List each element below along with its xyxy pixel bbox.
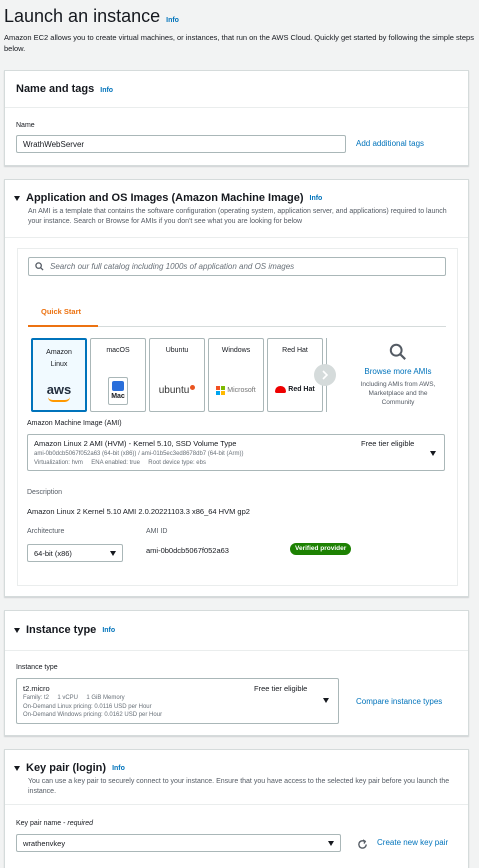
chevron-down-icon bbox=[430, 451, 436, 456]
ami-select-label: Amazon Machine Image (AMI) bbox=[27, 420, 122, 427]
os-tile-name: macOS bbox=[106, 347, 130, 354]
ami-description-label: Description bbox=[27, 489, 63, 496]
page-header: Launch an instance Info bbox=[4, 6, 179, 27]
browse-more-amis-link[interactable]: Browse more AMIs bbox=[355, 367, 441, 376]
tab-quick-start-label: Quick Start bbox=[41, 307, 82, 316]
name-input-value: WrathWebServer bbox=[23, 139, 85, 149]
key-pair-value: wrathenvkey bbox=[23, 838, 66, 848]
instance-type-free-tier: Free tier eligible bbox=[254, 684, 308, 693]
instance-type-title: Instance type bbox=[26, 624, 97, 636]
instance-type-value: t2.micro bbox=[23, 684, 50, 693]
collapse-caret-icon[interactable] bbox=[14, 765, 20, 771]
chevron-down-icon bbox=[328, 840, 334, 846]
instance-type-info-link[interactable]: Info bbox=[102, 627, 115, 634]
ami-id-value: ami-0b0dcb5067f052a63 bbox=[146, 546, 229, 555]
key-pair-panel: Key pair (login) Info You can use a key … bbox=[4, 749, 469, 868]
search-icon bbox=[35, 262, 44, 271]
ami-meta: Virtualization: hvm ENA enabled: true Ro… bbox=[34, 460, 206, 466]
os-tile-amazon-linux[interactable]: Amazon Linux aws bbox=[31, 338, 87, 412]
chevron-down-icon bbox=[110, 550, 116, 556]
os-tile-ubuntu[interactable]: Ubuntu ubuntu bbox=[149, 338, 205, 412]
os-tile-windows[interactable]: Windows Microsoft bbox=[208, 338, 264, 412]
name-tags-title: Name and tags bbox=[16, 83, 95, 95]
tab-divider bbox=[98, 326, 446, 327]
ami-description-value: Amazon Linux 2 Kernel 5.10 AMI 2.0.20221… bbox=[27, 507, 250, 516]
instance-type-select[interactable]: t2.micro Free tier eligible Family: t2 1… bbox=[16, 678, 339, 724]
page-title: Launch an instance bbox=[4, 6, 161, 26]
refresh-button[interactable] bbox=[357, 837, 368, 855]
architecture-value: 64-bit (x86) bbox=[34, 548, 72, 558]
ami-ids: ami-0b0dcb5067f052a63 (64-bit (x86)) / a… bbox=[34, 451, 244, 457]
ami-search-input[interactable]: Search our full catalog including 1000s … bbox=[28, 257, 446, 276]
key-pair-name-label: Key pair name - required bbox=[16, 820, 94, 827]
add-additional-tags-link[interactable]: Add additional tags bbox=[356, 139, 424, 148]
name-tags-panel: Name and tags Info Name WrathWebServer A… bbox=[4, 70, 469, 166]
architecture-select[interactable]: 64-bit (x86) bbox=[27, 544, 123, 562]
instance-type-pricing-windows: On-Demand Windows pricing: 0.0162 USD pe… bbox=[23, 712, 163, 718]
ami-title: Application and OS Images (Amazon Machin… bbox=[26, 192, 304, 204]
instance-type-pricing-linux: On-Demand Linux pricing: 0.0116 USD per … bbox=[23, 704, 152, 710]
refresh-icon bbox=[358, 839, 367, 849]
name-tags-info-link[interactable]: Info bbox=[100, 87, 113, 94]
os-tile-name: Ubuntu bbox=[165, 347, 189, 354]
red-hat-logo-icon: Red Hat bbox=[268, 386, 322, 393]
ami-search-placeholder: Search our full catalog including 1000s … bbox=[50, 262, 295, 271]
carousel-next-button[interactable] bbox=[314, 364, 336, 386]
ami-info-link[interactable]: Info bbox=[310, 195, 323, 202]
collapse-caret-icon[interactable] bbox=[14, 627, 20, 633]
verified-provider-badge: Verified provider bbox=[290, 543, 352, 555]
page-description: Amazon EC2 allows you to create virtual … bbox=[4, 33, 474, 53]
ubuntu-logo-icon: ubuntu bbox=[150, 385, 204, 396]
chevron-down-icon bbox=[323, 698, 329, 703]
ami-id-label: AMI ID bbox=[146, 528, 168, 535]
key-pair-info-link[interactable]: Info bbox=[112, 765, 125, 772]
browse-more-amis-subtext: Including AMIs from AWS, Marketplace and… bbox=[360, 381, 436, 406]
key-pair-title: Key pair (login) bbox=[26, 762, 107, 774]
compare-instance-types-link[interactable]: Compare instance types bbox=[356, 697, 442, 706]
collapse-caret-icon[interactable] bbox=[14, 195, 20, 201]
instance-type-specs: Family: t2 1 vCPU 1 GiB Memory bbox=[23, 695, 125, 701]
os-tile-name: Amazon Linux bbox=[46, 349, 72, 368]
ami-description: An AMI is a template that contains the s… bbox=[28, 208, 447, 225]
architecture-label: Architecture bbox=[27, 528, 65, 535]
browse-more-amis[interactable]: Browse more AMIs Including AMIs from AWS… bbox=[355, 343, 441, 407]
chevron-right-icon bbox=[322, 370, 329, 380]
required-label: required bbox=[67, 820, 94, 827]
aws-logo-icon: aws bbox=[33, 382, 85, 402]
instance-type-label: Instance type bbox=[16, 664, 58, 671]
name-input[interactable]: WrathWebServer bbox=[16, 135, 346, 153]
os-tile-name: Windows bbox=[221, 347, 251, 354]
os-tile-macos[interactable]: macOS Mac bbox=[90, 338, 146, 412]
mac-logo-icon: Mac bbox=[91, 377, 145, 405]
instance-type-panel: Instance type Info Instance type t2.micr… bbox=[4, 610, 469, 736]
microsoft-logo-icon: Microsoft bbox=[209, 386, 263, 395]
page-info-link[interactable]: Info bbox=[166, 17, 179, 24]
search-icon bbox=[389, 343, 406, 360]
ami-free-tier-label: Free tier eligible bbox=[361, 439, 415, 448]
os-tile-name: Red Hat bbox=[282, 347, 308, 354]
create-new-key-pair-link[interactable]: Create new key pair bbox=[377, 838, 448, 847]
ami-name: Amazon Linux 2 AMI (HVM) - Kernel 5.10, … bbox=[34, 439, 237, 448]
key-pair-select[interactable]: wrathenvkey bbox=[16, 834, 341, 852]
tab-quick-start[interactable]: Quick Start bbox=[28, 298, 98, 327]
ami-select[interactable]: Amazon Linux 2 AMI (HVM) - Kernel 5.10, … bbox=[27, 434, 445, 471]
key-pair-description: You can use a key pair to securely conne… bbox=[28, 778, 450, 795]
name-label: Name bbox=[16, 122, 35, 129]
